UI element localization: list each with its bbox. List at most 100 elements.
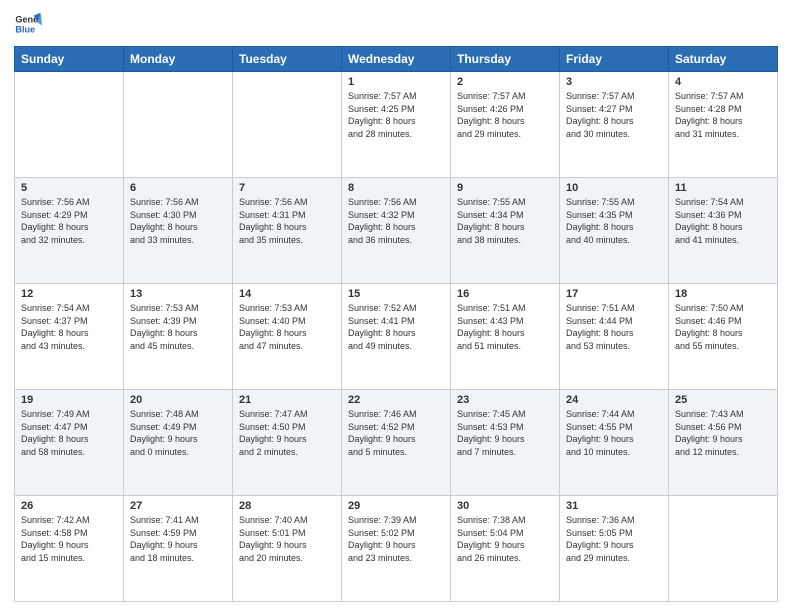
logo-icon: General Blue bbox=[14, 10, 42, 38]
day-number: 22 bbox=[348, 394, 444, 406]
calendar-cell: 1Sunrise: 7:57 AM Sunset: 4:25 PM Daylig… bbox=[342, 72, 451, 178]
day-number: 10 bbox=[566, 182, 662, 194]
calendar-cell bbox=[233, 72, 342, 178]
calendar-cell: 13Sunrise: 7:53 AM Sunset: 4:39 PM Dayli… bbox=[124, 284, 233, 390]
day-info: Sunrise: 7:57 AM Sunset: 4:27 PM Dayligh… bbox=[566, 90, 662, 140]
calendar-cell: 24 Sunrise: 7:44 AM Sunset: 4:55 PM Dayli… bbox=[560, 390, 669, 496]
day-number: 17 bbox=[566, 288, 662, 300]
day-number: 21 bbox=[239, 394, 335, 406]
calendar-cell bbox=[669, 496, 778, 602]
calendar-cell: 20 Sunrise: 7:48 AM Sunset: 4:49 PM Dayli… bbox=[124, 390, 233, 496]
day-info: Sunrise: 7:44 AM Sunset: 4:55 PM Dayligh… bbox=[566, 408, 662, 458]
calendar-cell: 19 Sunrise: 7:49 AM Sunset: 4:47 PM Dayli… bbox=[15, 390, 124, 496]
calendar-header-row: SundayMondayTuesdayWednesdayThursdayFrid… bbox=[15, 47, 778, 72]
day-info: Sunrise: 7:50 AM Sunset: 4:46 PM Dayligh… bbox=[675, 302, 771, 352]
calendar-day-header: Tuesday bbox=[233, 47, 342, 72]
calendar-cell bbox=[15, 72, 124, 178]
calendar-cell: 9 Sunrise: 7:55 AM Sunset: 4:34 PM Daylig… bbox=[451, 178, 560, 284]
calendar-cell: 15Sunrise: 7:52 AM Sunset: 4:41 PM Dayli… bbox=[342, 284, 451, 390]
calendar-cell: 23 Sunrise: 7:45 AM Sunset: 4:53 PM Dayli… bbox=[451, 390, 560, 496]
day-number: 15 bbox=[348, 288, 444, 300]
day-info: Sunrise: 7:57 AM Sunset: 4:26 PM Dayligh… bbox=[457, 90, 553, 140]
calendar-day-header: Wednesday bbox=[342, 47, 451, 72]
calendar-table: SundayMondayTuesdayWednesdayThursdayFrid… bbox=[14, 46, 778, 602]
day-number: 25 bbox=[675, 394, 771, 406]
calendar-week-row: 12 Sunrise: 7:54 AM Sunset: 4:37 PM Dayli… bbox=[15, 284, 778, 390]
day-info: Sunrise: 7:54 AM Sunset: 4:37 PM Dayligh… bbox=[21, 302, 117, 352]
calendar-cell: 22 Sunrise: 7:46 AM Sunset: 4:52 PM Dayli… bbox=[342, 390, 451, 496]
calendar-week-row: 26Sunrise: 7:42 AM Sunset: 4:58 PM Dayli… bbox=[15, 496, 778, 602]
day-number: 14 bbox=[239, 288, 335, 300]
day-info: Sunrise: 7:48 AM Sunset: 4:49 PM Dayligh… bbox=[130, 408, 226, 458]
calendar-cell: 10 Sunrise: 7:55 AM Sunset: 4:35 PM Dayli… bbox=[560, 178, 669, 284]
calendar-day-header: Monday bbox=[124, 47, 233, 72]
day-info: Sunrise: 7:55 AM Sunset: 4:35 PM Dayligh… bbox=[566, 196, 662, 246]
day-number: 3 bbox=[566, 76, 662, 88]
calendar-cell: 18 Sunrise: 7:50 AM Sunset: 4:46 PM Dayli… bbox=[669, 284, 778, 390]
calendar-cell: 3 Sunrise: 7:57 AM Sunset: 4:27 PM Daylig… bbox=[560, 72, 669, 178]
day-info: Sunrise: 7:55 AM Sunset: 4:34 PM Dayligh… bbox=[457, 196, 553, 246]
calendar-cell: 31Sunrise: 7:36 AM Sunset: 5:05 PM Dayli… bbox=[560, 496, 669, 602]
calendar-week-row: 5Sunrise: 7:56 AM Sunset: 4:29 PM Daylig… bbox=[15, 178, 778, 284]
day-info: Sunrise: 7:56 AM Sunset: 4:30 PM Dayligh… bbox=[130, 196, 226, 246]
day-number: 13 bbox=[130, 288, 226, 300]
day-info: Sunrise: 7:51 AM Sunset: 4:44 PM Dayligh… bbox=[566, 302, 662, 352]
day-info: Sunrise: 7:56 AM Sunset: 4:32 PM Dayligh… bbox=[348, 196, 444, 246]
day-number: 9 bbox=[457, 182, 553, 194]
calendar-cell bbox=[124, 72, 233, 178]
calendar-cell: 29 Sunrise: 7:39 AM Sunset: 5:02 PM Dayli… bbox=[342, 496, 451, 602]
calendar-cell: 14 Sunrise: 7:53 AM Sunset: 4:40 PM Dayli… bbox=[233, 284, 342, 390]
day-number: 31 bbox=[566, 500, 662, 512]
calendar-cell: 2 Sunrise: 7:57 AM Sunset: 4:26 PM Daylig… bbox=[451, 72, 560, 178]
day-number: 4 bbox=[675, 76, 771, 88]
calendar-cell: 21 Sunrise: 7:47 AM Sunset: 4:50 PM Dayli… bbox=[233, 390, 342, 496]
day-number: 23 bbox=[457, 394, 553, 406]
calendar-week-row: 1Sunrise: 7:57 AM Sunset: 4:25 PM Daylig… bbox=[15, 72, 778, 178]
calendar-cell: 11 Sunrise: 7:54 AM Sunset: 4:36 PM Dayli… bbox=[669, 178, 778, 284]
page-header: General Blue bbox=[14, 10, 778, 38]
calendar-cell: 8 Sunrise: 7:56 AM Sunset: 4:32 PM Daylig… bbox=[342, 178, 451, 284]
day-number: 29 bbox=[348, 500, 444, 512]
calendar-cell: 16 Sunrise: 7:51 AM Sunset: 4:43 PM Dayli… bbox=[451, 284, 560, 390]
day-info: Sunrise: 7:54 AM Sunset: 4:36 PM Dayligh… bbox=[675, 196, 771, 246]
day-info: Sunrise: 7:45 AM Sunset: 4:53 PM Dayligh… bbox=[457, 408, 553, 458]
calendar-cell: 17 Sunrise: 7:51 AM Sunset: 4:44 PM Dayli… bbox=[560, 284, 669, 390]
calendar-cell: 4Sunrise: 7:57 AM Sunset: 4:28 PM Daylig… bbox=[669, 72, 778, 178]
day-number: 12 bbox=[21, 288, 117, 300]
day-info: Sunrise: 7:40 AM Sunset: 5:01 PM Dayligh… bbox=[239, 514, 335, 564]
day-number: 6 bbox=[130, 182, 226, 194]
day-number: 8 bbox=[348, 182, 444, 194]
day-info: Sunrise: 7:41 AM Sunset: 4:59 PM Dayligh… bbox=[130, 514, 226, 564]
day-number: 30 bbox=[457, 500, 553, 512]
day-number: 24 bbox=[566, 394, 662, 406]
day-info: Sunrise: 7:56 AM Sunset: 4:31 PM Dayligh… bbox=[239, 196, 335, 246]
day-info: Sunrise: 7:39 AM Sunset: 5:02 PM Dayligh… bbox=[348, 514, 444, 564]
day-number: 28 bbox=[239, 500, 335, 512]
day-info: Sunrise: 7:47 AM Sunset: 4:50 PM Dayligh… bbox=[239, 408, 335, 458]
day-info: Sunrise: 7:46 AM Sunset: 4:52 PM Dayligh… bbox=[348, 408, 444, 458]
day-number: 11 bbox=[675, 182, 771, 194]
calendar-day-header: Friday bbox=[560, 47, 669, 72]
calendar-day-header: Thursday bbox=[451, 47, 560, 72]
day-info: Sunrise: 7:49 AM Sunset: 4:47 PM Dayligh… bbox=[21, 408, 117, 458]
calendar-cell: 27 Sunrise: 7:41 AM Sunset: 4:59 PM Dayli… bbox=[124, 496, 233, 602]
calendar-day-header: Saturday bbox=[669, 47, 778, 72]
page-container: General Blue SundayMondayTuesdayWednesda… bbox=[0, 0, 792, 612]
day-info: Sunrise: 7:42 AM Sunset: 4:58 PM Dayligh… bbox=[21, 514, 117, 564]
calendar-week-row: 19 Sunrise: 7:49 AM Sunset: 4:47 PM Dayli… bbox=[15, 390, 778, 496]
day-number: 16 bbox=[457, 288, 553, 300]
calendar-cell: 6 Sunrise: 7:56 AM Sunset: 4:30 PM Daylig… bbox=[124, 178, 233, 284]
day-info: Sunrise: 7:51 AM Sunset: 4:43 PM Dayligh… bbox=[457, 302, 553, 352]
day-info: Sunrise: 7:53 AM Sunset: 4:40 PM Dayligh… bbox=[239, 302, 335, 352]
day-number: 19 bbox=[21, 394, 117, 406]
calendar-day-header: Sunday bbox=[15, 47, 124, 72]
day-number: 27 bbox=[130, 500, 226, 512]
logo: General Blue bbox=[14, 10, 42, 38]
calendar-cell: 26Sunrise: 7:42 AM Sunset: 4:58 PM Dayli… bbox=[15, 496, 124, 602]
day-number: 7 bbox=[239, 182, 335, 194]
day-number: 18 bbox=[675, 288, 771, 300]
calendar-cell: 28 Sunrise: 7:40 AM Sunset: 5:01 PM Dayli… bbox=[233, 496, 342, 602]
day-number: 2 bbox=[457, 76, 553, 88]
calendar-cell: 5Sunrise: 7:56 AM Sunset: 4:29 PM Daylig… bbox=[15, 178, 124, 284]
day-number: 20 bbox=[130, 394, 226, 406]
